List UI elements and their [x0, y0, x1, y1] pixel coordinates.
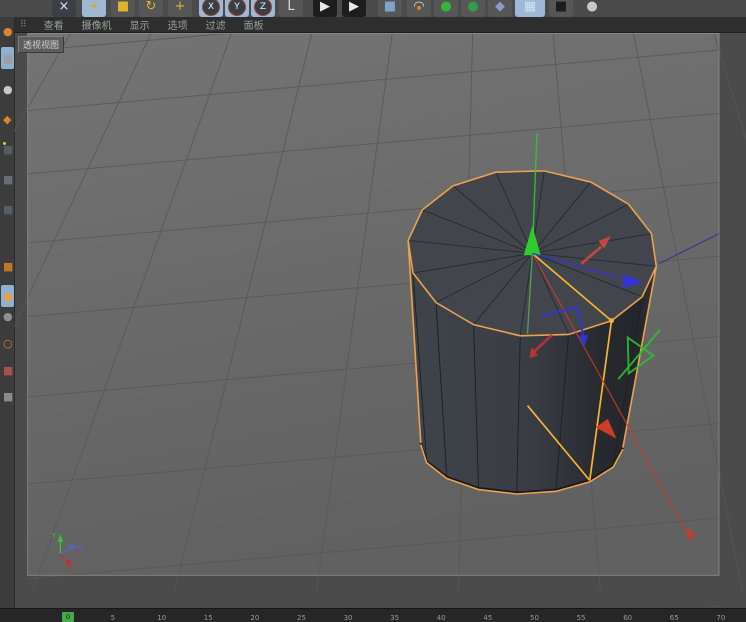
model-mode-glyph: ■ [3, 51, 14, 65]
viewport-menu-bar: ⠿ 查看 摄像机 显示 选项 过滤 面板 [14, 17, 746, 33]
frame-label-35: 35 [390, 614, 400, 622]
add-cube-glyph: ■ [383, 0, 397, 14]
add-spline-icon[interactable]: ◠ [407, 0, 431, 17]
frame-label-20: 20 [250, 614, 260, 622]
add-camera-icon[interactable]: ■ [549, 0, 573, 17]
render-settings-icon[interactable]: ▶ [342, 0, 366, 17]
snap-modes-glyph: ■ [3, 389, 14, 403]
move-tool-glyph: + [88, 0, 100, 14]
texture-mode-icon[interactable]: ● [1, 285, 14, 307]
left-mode-toolbar: ● ■ ● ◆ ■ ■ ■ ■ ● ● ○ ■ ■ [0, 17, 15, 608]
live-selection-glyph: × [58, 0, 70, 14]
workplane-mode-glyph: ◆ [3, 112, 12, 126]
axis-x-lock-glyph: X [202, 0, 220, 16]
cinema4d-window: ×+■↻+XYZL▶▶■◠●●◆▦■● ⠿ 查看摄像机显示选项过滤面板 ●■●◆… [0, 0, 746, 622]
cylinder-object[interactable] [407, 170, 657, 494]
add-polygon-object-icon[interactable]: ◆ [488, 0, 512, 17]
render-view-icon[interactable]: ▶ [313, 0, 337, 17]
enable-axis-glyph: ■ [3, 259, 14, 273]
menu-item-1[interactable]: 摄像机 [82, 17, 112, 32]
texture-axes-mode-icon[interactable]: ● [1, 78, 14, 100]
timeline-ruler[interactable]: 0 5 10 15 20 25 30 35 40 45 50 55 60 65 70 [0, 608, 746, 622]
add-cube-icon[interactable]: ■ [378, 0, 402, 17]
enable-quantizing-glyph: ○ [3, 336, 13, 350]
frame-label-65: 65 [669, 614, 679, 622]
add-light-glyph: ● [586, 0, 598, 14]
add-deformer-glyph: ● [467, 0, 479, 14]
edges-mode-icon[interactable]: ■ [1, 168, 14, 190]
live-selection-icon[interactable]: × [52, 0, 76, 17]
frame-label-15: 15 [203, 614, 213, 622]
viewport-solo-icon[interactable]: ● [1, 305, 14, 327]
frame-label-50: 50 [530, 614, 539, 622]
add-camera-glyph: ■ [554, 0, 568, 14]
axis-y-lock-glyph: Y [228, 0, 246, 16]
menu-grip-icon[interactable]: ⠿ [20, 20, 27, 30]
add-deformer-icon[interactable]: ● [461, 0, 485, 17]
convert-tool-glyph: ● [3, 24, 13, 38]
frame-label-10: 10 [157, 614, 167, 622]
add-floor-icon[interactable]: ▦ [515, 0, 545, 17]
scale-tool-icon[interactable]: ■ [111, 0, 135, 17]
frame-label-70: 70 [716, 614, 726, 622]
frame-label-60: 60 [623, 614, 633, 622]
add-floor-glyph: ▦ [523, 0, 537, 14]
last-tool-glyph: + [174, 0, 186, 14]
frame-label-55: 55 [576, 614, 586, 622]
axis-z-lock-icon[interactable]: Z [251, 0, 275, 17]
rotate-tool-icon[interactable]: ↻ [139, 0, 163, 17]
top-toolbar: × + ■ ↻ + XYZ L ▶ ▶ ■ ◠ ● ● ◆ ▦ ■ ● [0, 0, 746, 18]
points-mode-icon[interactable]: ■ [1, 138, 14, 160]
convert-tool-icon[interactable]: ● [1, 20, 14, 42]
viewport-solo-glyph: ● [3, 309, 13, 323]
selected-vertex[interactable] [609, 318, 614, 324]
axis-label-x: X [73, 567, 78, 575]
subdivision-surface-glyph: ● [440, 0, 452, 14]
frame-label-5: 5 [110, 614, 116, 622]
menu-item-0[interactable]: 查看 [44, 17, 64, 32]
texture-axes-mode-glyph: ● [3, 82, 13, 96]
axis-y-lock-icon[interactable]: Y [225, 0, 249, 17]
texture-mode-glyph: ● [3, 289, 13, 303]
current-frame-marker[interactable]: 0 [62, 612, 74, 622]
model-mode-icon[interactable]: ■ [1, 47, 14, 69]
snap-modes-icon[interactable]: ■ [1, 385, 14, 407]
menu-item-5[interactable]: 面板 [244, 17, 264, 32]
add-polygon-object-glyph: ◆ [495, 0, 505, 14]
add-light-icon[interactable]: ● [580, 0, 604, 17]
polygons-mode-glyph: ■ [3, 202, 14, 216]
workplane-mode-icon[interactable]: ◆ [1, 108, 14, 130]
perspective-viewport[interactable]: YZX [14, 33, 746, 607]
coordinate-system-glyph: L [287, 0, 295, 14]
viewport-title-label: 透视视图 [18, 36, 65, 53]
enable-quantizing-icon[interactable]: ○ [1, 332, 14, 354]
rotate-tool-glyph: ↻ [145, 0, 157, 14]
frame-label-45: 45 [483, 614, 493, 622]
polygons-mode-icon[interactable]: ■ [1, 198, 14, 220]
edges-mode-glyph: ■ [3, 172, 14, 186]
menu-item-4[interactable]: 过滤 [206, 17, 226, 32]
last-tool-icon[interactable]: + [168, 0, 192, 17]
menu-item-2[interactable]: 显示 [130, 17, 150, 32]
axis-x-lock-icon[interactable]: X [199, 0, 223, 17]
frame-label-30: 30 [343, 614, 353, 622]
render-view-glyph: ▶ [320, 0, 330, 14]
render-settings-glyph: ▶ [349, 0, 359, 14]
snap-settings-glyph: ■ [3, 363, 14, 377]
axis-z-lock-glyph: Z [254, 0, 272, 16]
axis-label-z: Z [78, 542, 83, 550]
coordinate-system-icon[interactable]: L [279, 0, 303, 17]
menu-item-3[interactable]: 选项 [168, 17, 188, 32]
snap-settings-icon[interactable]: ■ [1, 359, 14, 381]
subdivision-surface-icon[interactable]: ● [434, 0, 458, 17]
enable-axis-icon[interactable]: ■ [1, 255, 14, 277]
frame-label-40: 40 [436, 614, 446, 622]
frame-label-25: 25 [297, 614, 306, 622]
scale-tool-glyph: ■ [116, 0, 130, 14]
move-tool-icon[interactable]: + [82, 0, 106, 17]
